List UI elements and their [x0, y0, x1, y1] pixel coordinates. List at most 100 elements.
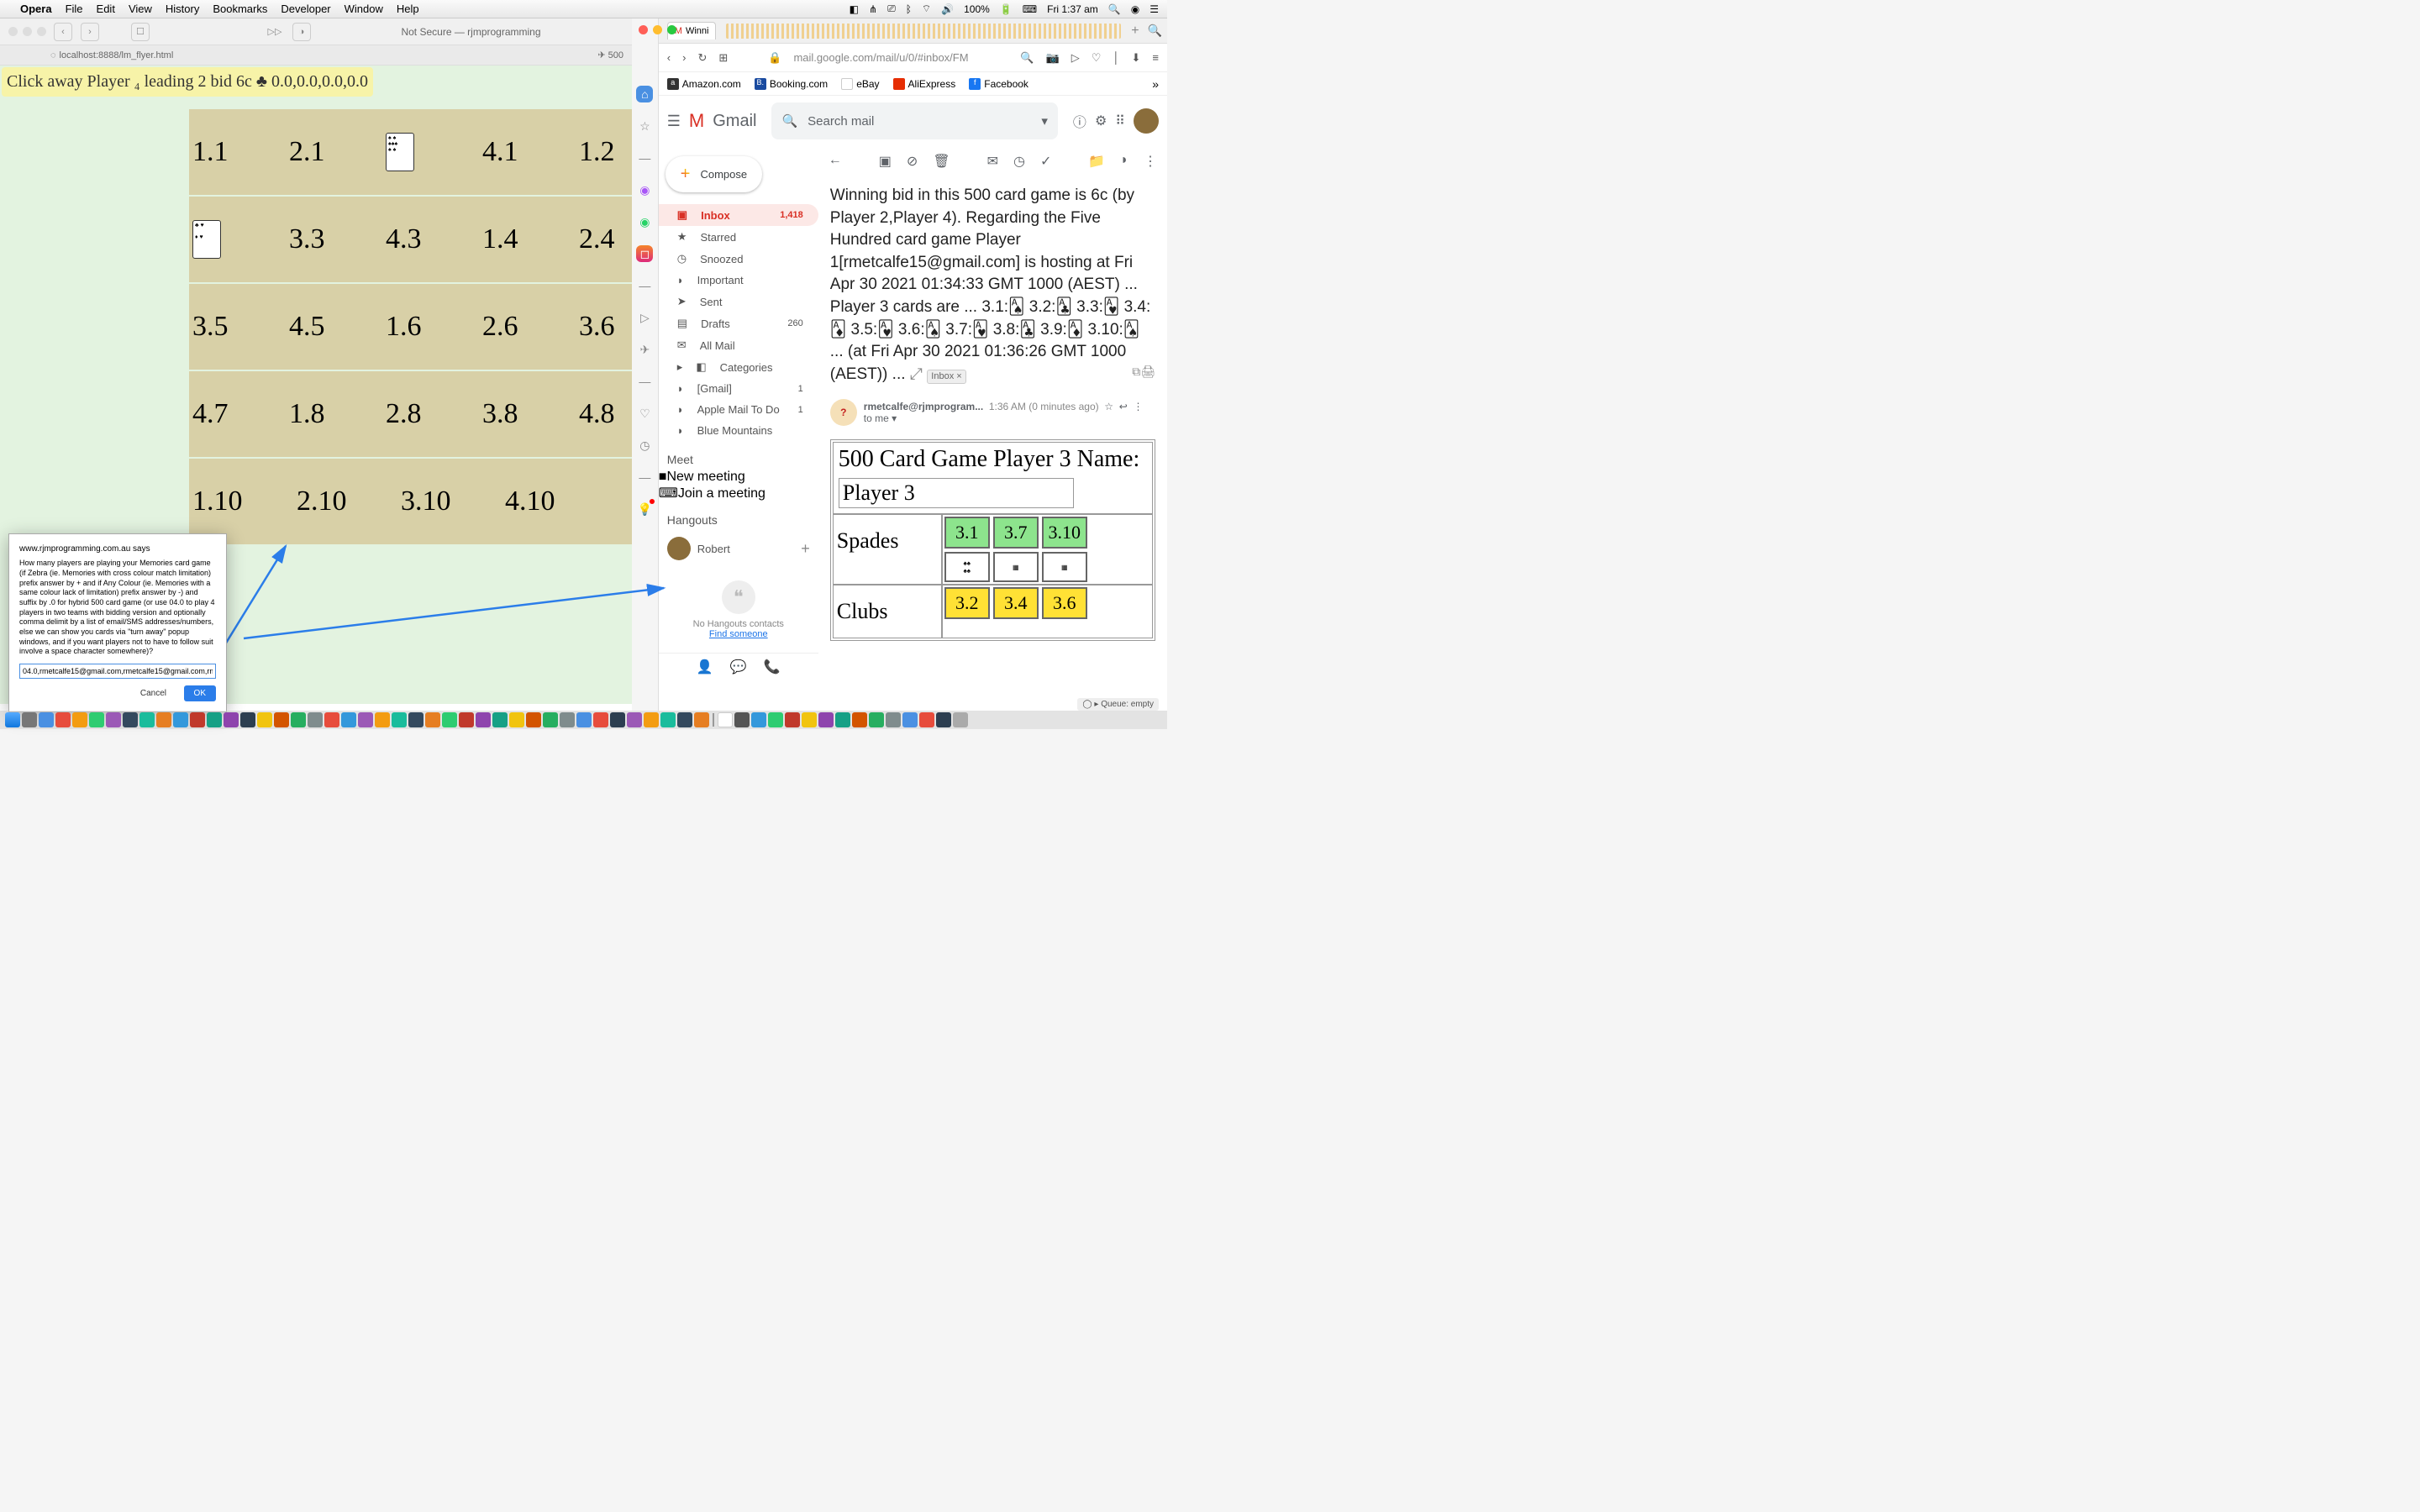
reload-icon[interactable]: ↻ — [697, 51, 707, 65]
cell[interactable]: 2.1 — [289, 136, 342, 168]
dock-app[interactable] — [224, 712, 239, 727]
back-arrow-icon[interactable]: ← — [829, 153, 842, 170]
card-cell[interactable]: 3.10 — [1042, 517, 1087, 549]
dock-app[interactable] — [22, 712, 37, 727]
dock-app[interactable] — [89, 712, 104, 727]
back-button[interactable]: ‹ — [54, 23, 72, 41]
menu-history[interactable]: History — [166, 3, 199, 15]
search-icon[interactable]: 🔍 — [1108, 3, 1121, 15]
task-icon[interactable]: ✓ — [1040, 153, 1051, 170]
back-icon[interactable]: ‹ — [667, 51, 671, 64]
dock-app[interactable] — [492, 712, 508, 727]
avatar[interactable] — [1134, 108, 1159, 134]
cell[interactable]: 3.5 — [192, 311, 245, 343]
card-cell[interactable]: 3.6 — [1042, 587, 1087, 619]
more-icon[interactable]: ⋮ — [1133, 401, 1143, 412]
dock-app[interactable] — [156, 712, 171, 727]
menu-help[interactable]: Help — [397, 3, 419, 15]
add-icon[interactable]: + — [801, 540, 810, 558]
cell[interactable]: 4.3 — [386, 223, 439, 255]
play-icon[interactable]: ▷ — [636, 309, 653, 326]
list-icon[interactable]: ☰ — [1150, 3, 1159, 15]
messenger-icon[interactable]: ◉ — [636, 181, 653, 198]
forward-icon[interactable]: › — [682, 51, 686, 64]
cell[interactable]: 1.10 — [192, 486, 253, 517]
dock-app[interactable] — [408, 712, 424, 727]
dock-app[interactable] — [341, 712, 356, 727]
cell[interactable]: 4.5 — [289, 311, 342, 343]
siri-icon[interactable]: ◉ — [1131, 3, 1139, 15]
new-tab-button[interactable]: + — [1131, 24, 1139, 39]
search-input[interactable]: 🔍 Search mail ▾ — [771, 102, 1057, 139]
cell[interactable]: 1.4 — [482, 223, 535, 255]
window-traffic-lights[interactable] — [639, 25, 676, 34]
ok-button[interactable]: OK — [184, 685, 216, 701]
dialog-input[interactable] — [19, 664, 216, 679]
dock-app[interactable] — [173, 712, 188, 727]
cell[interactable]: 1.8 — [289, 398, 342, 430]
star-icon[interactable]: ☆ — [1104, 401, 1113, 412]
cell[interactable]: 3.6 — [579, 311, 632, 343]
dock-app[interactable] — [442, 712, 457, 727]
nav-snoozed[interactable]: ◷Snoozed — [659, 248, 818, 270]
bluetooth-icon[interactable]: ᛒ — [906, 3, 912, 15]
compose-button[interactable]: + Compose — [666, 156, 762, 192]
dock-app[interactable] — [274, 712, 289, 727]
chevron-down-icon[interactable]: ▾ — [1041, 113, 1048, 129]
cell[interactable]: 4.1 — [482, 136, 535, 168]
play-icon[interactable]: ▷ — [1071, 51, 1080, 65]
dock-app[interactable] — [375, 712, 390, 727]
whatsapp-icon[interactable]: ◉ — [636, 213, 653, 230]
meet-join[interactable]: ⌨Join a meeting — [659, 485, 818, 501]
bookmark-booking[interactable]: B.Booking.com — [755, 78, 828, 90]
gmail-logo-icon[interactable]: M — [689, 110, 704, 132]
cell[interactable]: 3.10 — [401, 486, 461, 517]
home-icon[interactable]: ⌂ — [636, 86, 653, 102]
tab-500[interactable]: ✈ 500 — [597, 50, 632, 60]
bookmark-facebook[interactable]: fFacebook — [969, 78, 1028, 90]
card-cell[interactable]: 3.4 — [993, 587, 1039, 619]
reply-icon[interactable]: ↩ — [1119, 401, 1128, 412]
cancel-button[interactable]: Cancel — [130, 685, 176, 701]
menu-app[interactable]: Opera — [20, 3, 52, 15]
heart-icon[interactable]: ♡ — [636, 405, 653, 422]
gear-icon[interactable]: ⚙ — [1095, 113, 1107, 129]
dock-app[interactable] — [869, 712, 884, 727]
dock-app[interactable] — [72, 712, 87, 727]
dock-app[interactable] — [677, 712, 692, 727]
nav-blue-mountains[interactable]: ◗Blue Mountains — [659, 420, 818, 441]
cell[interactable]: 3.8 — [482, 398, 535, 430]
dock-app[interactable] — [902, 712, 918, 727]
nav-drafts[interactable]: ▤Drafts260 — [659, 312, 818, 334]
menu-edit[interactable]: Edit — [97, 3, 115, 15]
dock-app[interactable] — [802, 712, 817, 727]
dock-app[interactable] — [818, 712, 834, 727]
nav-gmail-label[interactable]: ◗[Gmail]1 — [659, 378, 818, 399]
dock-trash[interactable] — [953, 712, 968, 727]
cell-card[interactable]: ♣ ♥ ♦ ♥ — [192, 220, 245, 259]
search-tabs-icon[interactable]: 🔍 — [1148, 24, 1162, 38]
clock-icon[interactable]: ◷ — [636, 437, 653, 454]
nav-allmail[interactable]: ✉All Mail — [659, 334, 818, 356]
dock-app[interactable] — [593, 712, 608, 727]
card-icon[interactable]: ♠♠♠♠ — [944, 552, 990, 582]
card-cell[interactable]: 3.7 — [993, 517, 1039, 549]
unread-icon[interactable]: ✉ — [987, 153, 998, 170]
dock-app[interactable] — [425, 712, 440, 727]
dock-app[interactable] — [785, 712, 800, 727]
dock-app[interactable] — [190, 712, 205, 727]
screen-icon[interactable]: ⎚ — [887, 3, 896, 15]
dock-app[interactable] — [718, 712, 733, 727]
dock-app[interactable] — [240, 712, 255, 727]
wifi-icon[interactable]: ⌔ — [922, 3, 931, 15]
shield-icon[interactable]: ◑ — [292, 23, 311, 41]
dock-app[interactable] — [324, 712, 339, 727]
expand-icon[interactable]: ⤢ — [910, 365, 923, 383]
camera-icon[interactable]: 📷 — [1046, 51, 1060, 65]
forward-button[interactable]: › — [81, 23, 99, 41]
dock-app[interactable] — [660, 712, 676, 727]
cell[interactable]: 1.6 — [386, 311, 439, 343]
dock-app[interactable] — [610, 712, 625, 727]
cell-card[interactable]: ♠ ♠♠♠♠♠ ♠ — [386, 133, 439, 171]
inbox-chip[interactable]: Inbox × — [927, 370, 965, 384]
